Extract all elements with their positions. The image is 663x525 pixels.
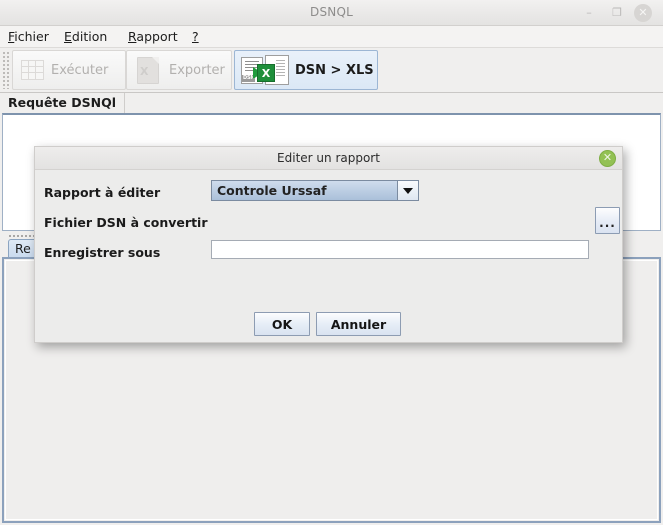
dialog-close-icon: ✕ <box>602 151 613 164</box>
label-rapport-a-editer: Rapport à éditer <box>44 185 161 200</box>
combo-rapport-a-editer[interactable]: Controle Urssaf <box>211 180 419 201</box>
minimize-icon: – <box>586 6 592 19</box>
browse-ellipsis-button[interactable]: ... <box>595 207 620 234</box>
minimize-button[interactable]: – <box>580 4 598 22</box>
chevron-down-icon <box>403 187 413 194</box>
dialog-body: Rapport à éditer Controle Urssaf Fichier… <box>35 170 622 342</box>
edit-report-dialog: Editer un rapport ✕ Rapport à éditer Con… <box>34 146 623 343</box>
toolbar-button-exporter-label: Exporter <box>169 62 225 78</box>
menu-item-fichier[interactable]: Fichier <box>4 28 53 46</box>
toolbar-button-dsn-to-xls[interactable]: DSN X DSN > XLS <box>234 50 378 90</box>
maximize-button[interactable]: ❐ <box>608 4 626 22</box>
toolbar: Exécuter X Exporter DSN X DSN > XLS <box>0 48 663 93</box>
menubar: Fichier Edition Rapport ? <box>0 26 663 48</box>
close-icon: ✕ <box>638 6 648 19</box>
toolbar-button-exporter[interactable]: X Exporter <box>126 50 232 90</box>
menu-item-help[interactable]: ? <box>188 28 203 46</box>
tab-requete-dsnql[interactable]: Requête DSNQl <box>0 93 125 113</box>
menu-item-label: apport <box>136 29 178 44</box>
menu-mnemonic: E <box>64 29 72 44</box>
toolbar-button-dsn-to-xls-label: DSN > XLS <box>295 62 374 78</box>
window-titlebar: DSNQL – ❐ ✕ <box>0 0 663 26</box>
menu-item-label: ichier <box>14 29 49 44</box>
menu-item-label: dition <box>71 29 108 44</box>
excel-x-badge: X <box>257 64 275 82</box>
grid-run-icon <box>21 58 47 82</box>
dialog-cancel-button[interactable]: Annuler <box>316 312 401 336</box>
label-fichier-dsn-a-convertir: Fichier DSN à convertir <box>44 215 208 230</box>
dialog-title: Editer un rapport <box>277 151 380 165</box>
application-window: DSNQL – ❐ ✕ Fichier Edition Rapport ? Ex… <box>0 0 663 525</box>
dialog-titlebar: Editer un rapport ✕ <box>35 147 622 170</box>
toolbar-button-executer[interactable]: Exécuter <box>12 50 126 90</box>
ellipsis-icon: ... <box>599 215 616 230</box>
dialog-ok-button[interactable]: OK <box>254 312 310 336</box>
dsn-to-xls-icon: DSN X <box>241 55 289 85</box>
dialog-close-button[interactable]: ✕ <box>599 150 616 167</box>
close-button[interactable]: ✕ <box>634 4 652 22</box>
input-enregistrer-sous[interactable] <box>211 240 589 259</box>
combo-rapport-arrow-button[interactable] <box>397 181 418 200</box>
editor-tabstrip: Requête DSNQl <box>0 93 663 113</box>
window-title: DSNQL <box>310 5 353 19</box>
excel-export-icon: X <box>137 57 159 84</box>
toolbar-drag-handle[interactable] <box>2 51 9 89</box>
maximize-icon: ❐ <box>612 6 622 19</box>
menu-item-rapport[interactable]: Rapport <box>124 28 182 46</box>
label-enregistrer-sous: Enregistrer sous <box>44 245 161 260</box>
menu-item-edition[interactable]: Edition <box>60 28 111 46</box>
menu-mnemonic: ? <box>192 29 199 44</box>
combo-rapport-value: Controle Urssaf <box>217 183 327 198</box>
toolbar-button-executer-label: Exécuter <box>51 62 109 78</box>
